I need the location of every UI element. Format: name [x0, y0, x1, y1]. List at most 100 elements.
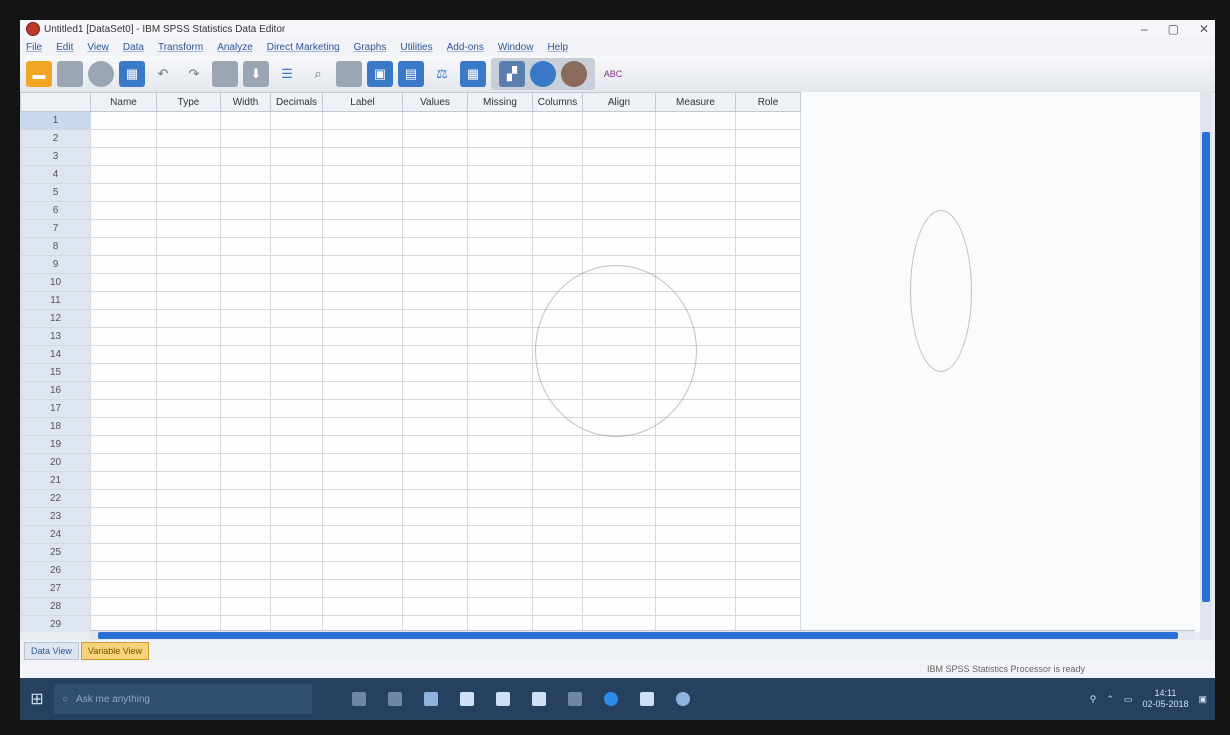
- grid-cell[interactable]: [322, 453, 403, 472]
- row-number[interactable]: 15: [20, 363, 91, 382]
- grid-cell[interactable]: [322, 237, 403, 256]
- row-number[interactable]: 5: [20, 183, 91, 202]
- grid-cell[interactable]: [532, 579, 583, 598]
- menu-edit[interactable]: Edit: [56, 42, 73, 53]
- grid-cell[interactable]: [90, 255, 157, 274]
- grid-cell[interactable]: [655, 399, 736, 418]
- grid-cell[interactable]: [156, 489, 221, 508]
- grid-cell[interactable]: [735, 507, 801, 526]
- grid-cell[interactable]: [90, 237, 157, 256]
- grid-cell[interactable]: [467, 165, 533, 184]
- grid-cell[interactable]: [735, 219, 801, 238]
- grid-cell[interactable]: [467, 129, 533, 148]
- grid-cell[interactable]: [582, 111, 656, 130]
- grid-cell[interactable]: [270, 273, 323, 292]
- print-icon[interactable]: [88, 61, 114, 87]
- grid-cell[interactable]: [735, 417, 801, 436]
- header-columns[interactable]: Columns: [532, 92, 583, 112]
- grid-cell[interactable]: [90, 147, 157, 166]
- grid-cell[interactable]: [735, 309, 801, 328]
- grid-cell[interactable]: [156, 561, 221, 580]
- grid-cell[interactable]: [322, 525, 403, 544]
- grid-cell[interactable]: [582, 471, 656, 490]
- row-number[interactable]: 10: [20, 273, 91, 292]
- grid-cell[interactable]: [402, 273, 468, 292]
- menu-utilities[interactable]: Utilities: [400, 42, 432, 53]
- menu-direct-marketing[interactable]: Direct Marketing: [267, 42, 340, 53]
- menu-transform[interactable]: Transform: [158, 42, 203, 53]
- grid-cell[interactable]: [655, 237, 736, 256]
- grid-cell[interactable]: [270, 219, 323, 238]
- grid-cell[interactable]: [156, 273, 221, 292]
- grid-cell[interactable]: [220, 129, 271, 148]
- grid-cell[interactable]: [532, 255, 583, 274]
- grid-cell[interactable]: [402, 471, 468, 490]
- grid-cell[interactable]: [582, 129, 656, 148]
- grid-cell[interactable]: [532, 561, 583, 580]
- grid-cell[interactable]: [322, 291, 403, 310]
- grid-cell[interactable]: [532, 147, 583, 166]
- grid-cell[interactable]: [582, 381, 656, 400]
- menu-data[interactable]: Data: [123, 42, 144, 53]
- grid-cell[interactable]: [735, 345, 801, 364]
- grid-cell[interactable]: [402, 111, 468, 130]
- grid-cell[interactable]: [270, 183, 323, 202]
- grid-cell[interactable]: [655, 525, 736, 544]
- grid-cell[interactable]: [322, 579, 403, 598]
- grid-cell[interactable]: [655, 453, 736, 472]
- grid-cell[interactable]: [90, 129, 157, 148]
- grid-cell[interactable]: [735, 363, 801, 382]
- grid-cell[interactable]: [156, 525, 221, 544]
- row-number[interactable]: 3: [20, 147, 91, 166]
- grid-cell[interactable]: [220, 309, 271, 328]
- grid-cell[interactable]: [220, 489, 271, 508]
- grid-cell[interactable]: [90, 417, 157, 436]
- grid-cell[interactable]: [322, 399, 403, 418]
- grid-cell[interactable]: [90, 471, 157, 490]
- grid-cell[interactable]: [402, 183, 468, 202]
- menu-help[interactable]: Help: [547, 42, 568, 53]
- grid-cell[interactable]: [402, 129, 468, 148]
- grid-cell[interactable]: [655, 327, 736, 346]
- grid-cell[interactable]: [90, 165, 157, 184]
- open-folder-icon[interactable]: ▬: [26, 61, 52, 87]
- grid-cell[interactable]: [220, 345, 271, 364]
- grid-cell[interactable]: [655, 309, 736, 328]
- row-number[interactable]: 2: [20, 129, 91, 148]
- vertical-scrollbar[interactable]: [1200, 92, 1212, 662]
- grid-cell[interactable]: [735, 381, 801, 400]
- grid-cell[interactable]: [582, 561, 656, 580]
- grid-cell[interactable]: [220, 561, 271, 580]
- grid-cell[interactable]: [322, 381, 403, 400]
- grid-cell[interactable]: [270, 399, 323, 418]
- grid-cell[interactable]: [322, 201, 403, 220]
- grid-cell[interactable]: [582, 435, 656, 454]
- grid-cell[interactable]: [90, 561, 157, 580]
- grid-cell[interactable]: [90, 183, 157, 202]
- grid-cell[interactable]: [402, 381, 468, 400]
- grid-cell[interactable]: [467, 489, 533, 508]
- row-number[interactable]: 11: [20, 291, 91, 310]
- grid-cell[interactable]: [582, 309, 656, 328]
- grid-cell[interactable]: [735, 273, 801, 292]
- grid-cell[interactable]: [156, 291, 221, 310]
- grid-cell[interactable]: [156, 345, 221, 364]
- header-measure[interactable]: Measure: [655, 92, 736, 112]
- insert-cases-icon[interactable]: [336, 61, 362, 87]
- row-number[interactable]: 20: [20, 453, 91, 472]
- grid-cell[interactable]: [156, 165, 221, 184]
- grid-cell[interactable]: [156, 417, 221, 436]
- grid-cell[interactable]: [532, 453, 583, 472]
- grid-cell[interactable]: [90, 327, 157, 346]
- grid-cell[interactable]: [467, 561, 533, 580]
- grid-cell[interactable]: [322, 345, 403, 364]
- grid-cell[interactable]: [582, 255, 656, 274]
- grid-cell[interactable]: [90, 399, 157, 418]
- grid-cell[interactable]: [322, 327, 403, 346]
- file-explorer-icon[interactable]: [424, 692, 438, 706]
- grid-cell[interactable]: [220, 255, 271, 274]
- grid-cell[interactable]: [582, 417, 656, 436]
- grid-cell[interactable]: [270, 129, 323, 148]
- grid-cell[interactable]: [532, 543, 583, 562]
- grid-cell[interactable]: [655, 201, 736, 220]
